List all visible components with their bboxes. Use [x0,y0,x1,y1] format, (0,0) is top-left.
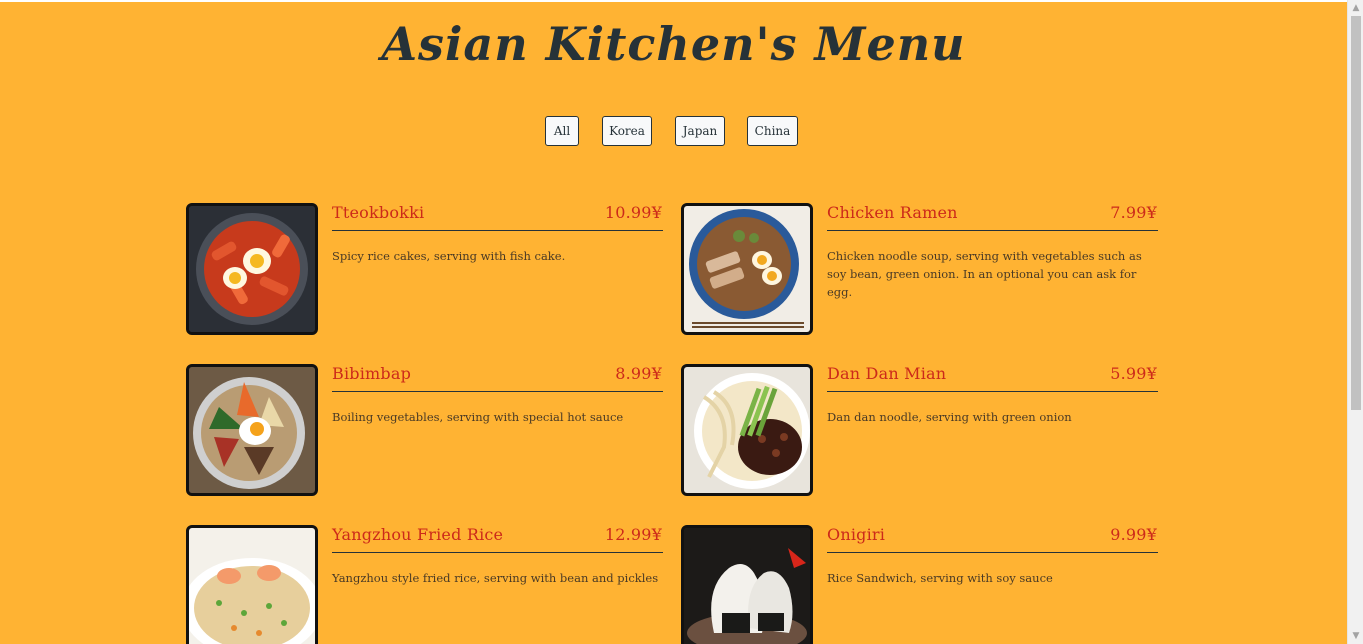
scroll-down-arrow-icon[interactable]: ▼ [1348,628,1363,644]
scroll-up-arrow-icon[interactable]: ▲ [1348,0,1363,16]
top-border [0,0,1347,2]
menu-item: Bibimbap 8.99¥ Boiling vegetables, servi… [186,364,664,496]
menu-item: Tteokbokki 10.99¥ Spicy rice cakes, serv… [186,203,664,335]
bibimbap-photo [186,364,318,496]
item-price: 10.99¥ [604,203,662,222]
yangzhou-fried-rice-photo [186,525,318,644]
item-price: 7.99¥ [1110,203,1157,222]
item-description: Rice Sandwich, serving with soy sauce [827,571,1053,585]
item-name: Bibimbap [332,364,412,383]
item-description: Yangzhou style fried rice, serving with … [332,571,659,585]
item-name: Chicken Ramen [827,203,958,222]
tteokbokki-photo [186,203,318,335]
scrollbar-thumb[interactable] [1351,16,1361,410]
vertical-scrollbar[interactable]: ▲ ▼ [1347,0,1363,644]
item-description: Dan dan noodle, serving with green onion [827,410,1072,424]
dan-dan-mian-photo [681,364,813,496]
page-title: Asian Kitchen's Menu [381,17,966,71]
filter-all-button[interactable]: All [545,116,579,146]
menu-item: Dan Dan Mian 5.99¥ Dan dan noodle, servi… [681,364,1159,496]
item-name: Dan Dan Mian [827,364,947,383]
item-price: 12.99¥ [604,525,662,544]
item-price: 5.99¥ [1110,364,1157,383]
item-description: Spicy rice cakes, serving with fish cake… [332,249,566,263]
onigiri-photo [681,525,813,644]
item-price: 9.99¥ [1110,525,1157,544]
filter-china-button[interactable]: China [747,116,798,146]
menu-item: Chicken Ramen 7.99¥ Chicken noodle soup,… [681,203,1159,335]
filter-korea-button[interactable]: Korea [602,116,652,146]
item-name: Onigiri [827,525,886,544]
chicken-ramen-photo [681,203,813,335]
item-name: Yangzhou Fried Rice [332,525,504,544]
item-description: Boiling vegetables, serving with special… [332,410,624,424]
menu-item: Onigiri 9.99¥ Rice Sandwich, serving wit… [681,525,1159,644]
item-name: Tteokbokki [332,203,425,222]
item-price: 8.99¥ [615,364,662,383]
filter-japan-button[interactable]: Japan [675,116,725,146]
menu-item: Yangzhou Fried Rice 12.99¥ Yangzhou styl… [186,525,664,644]
item-description: Chicken noodle soup, serving with vegeta… [827,249,1142,299]
